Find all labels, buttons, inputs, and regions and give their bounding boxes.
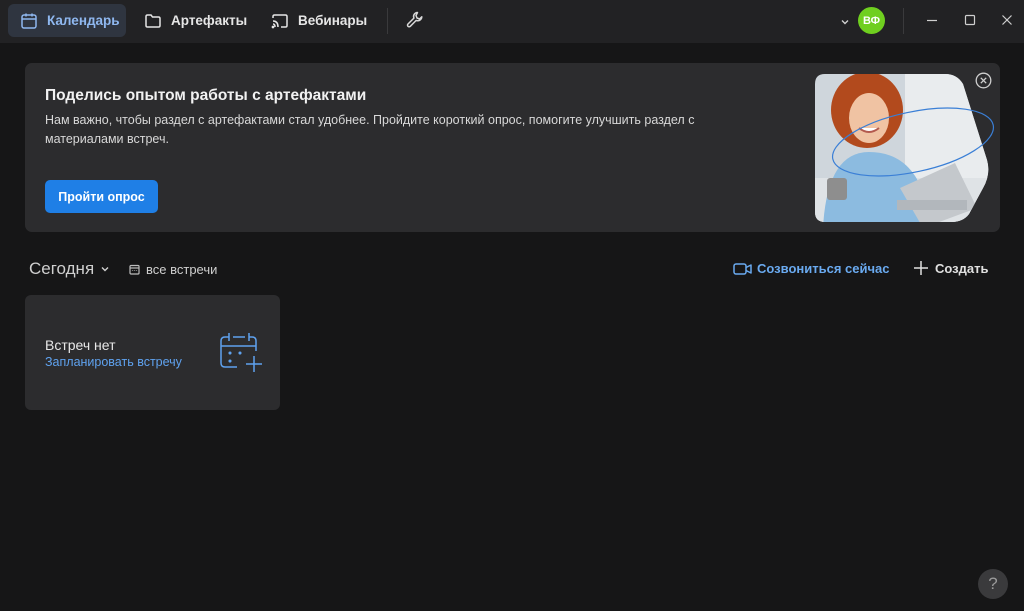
folder-icon — [145, 13, 161, 28]
chevron-down-icon — [841, 20, 849, 25]
banner-close-button[interactable] — [975, 72, 992, 94]
empty-state-title: Встреч нет — [45, 337, 116, 353]
call-now-label: Созвониться сейчас — [757, 261, 890, 276]
call-now-button[interactable]: Созвониться сейчас — [733, 261, 889, 276]
tools-button[interactable] — [405, 10, 425, 35]
close-icon — [1002, 15, 1012, 25]
schedule-meeting-link[interactable]: Запланировать встречу — [45, 355, 182, 369]
close-window-button[interactable] — [1001, 13, 1013, 32]
avatar[interactable]: ВФ — [858, 7, 885, 34]
period-label: Сегодня — [29, 259, 95, 278]
calendar-icon — [21, 13, 37, 29]
maximize-icon — [964, 14, 976, 26]
tab-webinars[interactable]: Вебинары — [271, 4, 367, 37]
minimize-icon — [927, 19, 937, 22]
survey-banner: Поделись опытом работы с артефактами Нам… — [25, 63, 1000, 232]
banner-text: Нам важно, чтобы раздел с артефактами ст… — [45, 113, 695, 146]
calendar-add-icon[interactable] — [219, 331, 265, 373]
chevron-down-icon — [101, 267, 109, 272]
account-menu-chevron[interactable] — [840, 14, 850, 32]
tab-calendar-label: Календарь — [47, 13, 120, 28]
all-meetings-label: все встречи — [146, 262, 218, 277]
divider — [387, 8, 388, 34]
close-circle-icon — [975, 72, 992, 89]
tab-artifacts-label: Артефакты — [171, 13, 248, 28]
banner-photo — [815, 74, 995, 222]
all-meetings-button[interactable]: все встречи — [129, 262, 217, 277]
wrench-icon — [406, 11, 423, 28]
tab-calendar[interactable]: Календарь — [8, 4, 126, 37]
video-camera-icon — [733, 262, 752, 275]
minimize-button[interactable] — [926, 13, 938, 32]
period-selector[interactable]: Сегодня — [29, 259, 110, 279]
banner-title: Поделись опытом работы с артефактами — [45, 87, 367, 104]
take-survey-button[interactable]: Пройти опрос — [45, 180, 158, 213]
title-bar: Календарь Артефакты Вебинары ВФ — [0, 0, 1024, 43]
plus-icon — [914, 261, 928, 275]
calendar-small-icon — [129, 264, 140, 275]
help-button[interactable]: ? — [978, 569, 1008, 599]
cast-icon — [271, 13, 288, 28]
tab-webinars-label: Вебинары — [298, 13, 368, 28]
create-button[interactable]: Создать — [913, 260, 988, 276]
maximize-button[interactable] — [964, 13, 976, 32]
divider — [903, 8, 904, 34]
create-label: Создать — [935, 260, 989, 276]
empty-meetings-card: Встреч нет Запланировать встречу — [25, 295, 280, 410]
tab-artifacts[interactable]: Артефакты — [144, 4, 247, 37]
